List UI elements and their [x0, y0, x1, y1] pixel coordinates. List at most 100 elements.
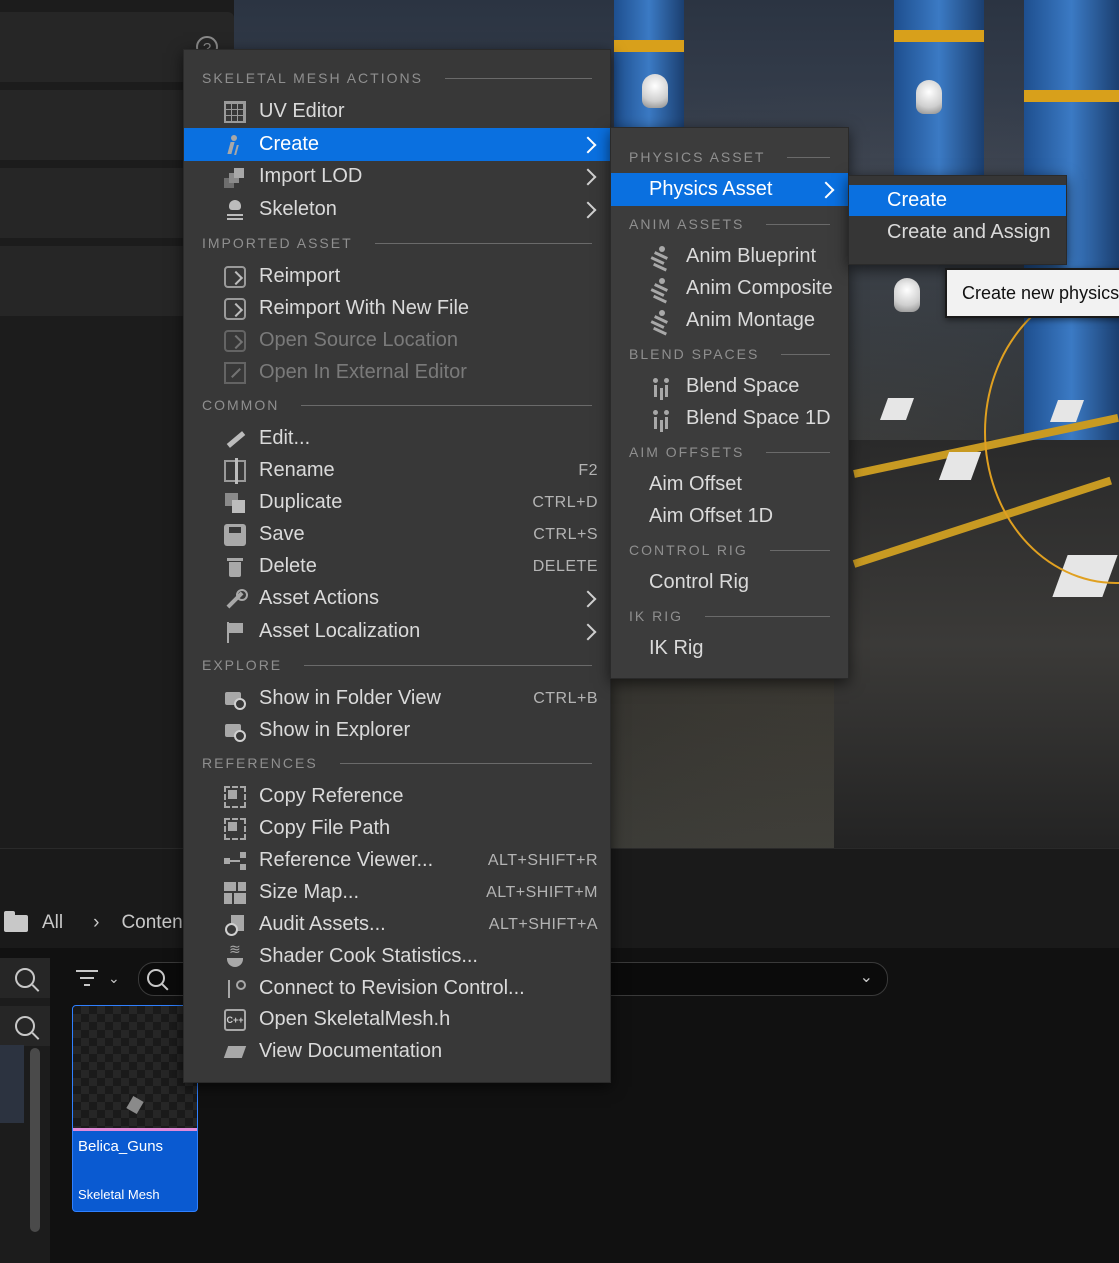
menu-item-shader-cook-statistics[interactable]: Shader Cook Statistics... — [184, 940, 610, 973]
search-button[interactable] — [0, 1006, 50, 1046]
menu-item-ik-rig[interactable]: IK Rig — [611, 632, 848, 665]
blend-space-1d-icon — [651, 408, 673, 430]
menu-item-show-in-folder-view[interactable]: Show in Folder View CTRL+B — [184, 682, 610, 715]
menu-item-aim-offset-1d[interactable]: Aim Offset 1D — [611, 500, 848, 533]
menu-item-create-and-assign[interactable]: Create and Assign — [849, 217, 1066, 248]
menu-item-reimport[interactable]: Reimport — [184, 260, 610, 293]
folder-open-icon — [224, 329, 246, 352]
shortcut-label: CTRL+D — [532, 493, 598, 511]
menu-item-skeleton[interactable]: Skeleton — [184, 193, 610, 226]
scene-light — [916, 80, 942, 114]
asset-tile[interactable]: Belica_Guns Skeletal Mesh — [72, 1005, 198, 1212]
menu-item-physics-asset[interactable]: Physics Asset — [611, 173, 848, 206]
anim-blueprint-icon — [651, 245, 673, 268]
menu-item-create[interactable]: Create — [184, 128, 610, 161]
copy-path-icon — [224, 817, 246, 840]
menu-item-import-lod[interactable]: Import LOD — [184, 160, 610, 193]
menu-item-blend-space-1d[interactable]: Blend Space 1D — [611, 402, 848, 435]
menu-item-open-external-editor: Open In External Editor — [184, 356, 610, 389]
menu-item-asset-localization[interactable]: Asset Localization — [184, 615, 610, 648]
physics-asset-submenu: Create Create and Assign — [848, 175, 1067, 265]
pencil-icon — [224, 428, 246, 450]
anim-composite-icon — [651, 277, 673, 300]
menu-item-connect-revision-control[interactable]: Connect to Revision Control... — [184, 972, 610, 1005]
menu-item-reference-viewer[interactable]: Reference Viewer... ALT+SHIFT+R — [184, 844, 610, 877]
scene-light — [894, 278, 920, 312]
menu-item-duplicate[interactable]: Duplicate CTRL+D — [184, 486, 610, 519]
reimport-icon — [224, 297, 246, 320]
folder-icon — [4, 910, 28, 932]
menu-item-save[interactable]: Save CTRL+S — [184, 518, 610, 551]
filter-icon — [76, 970, 98, 986]
folder-search-icon — [224, 688, 246, 710]
shortcut-label: DELETE — [532, 557, 598, 575]
scene-marker — [879, 398, 915, 420]
skeleton-icon — [224, 199, 246, 221]
menu-item-audit-assets[interactable]: Audit Assets... ALT+SHIFT+A — [184, 908, 610, 941]
external-link-icon — [224, 361, 246, 384]
cook-pot-icon — [224, 941, 246, 968]
uv-grid-icon — [224, 100, 246, 123]
search-icon — [15, 1016, 35, 1036]
menu-item-reimport-new-file[interactable]: Reimport With New File — [184, 292, 610, 325]
chevron-right-icon — [579, 623, 597, 640]
menu-item-show-in-explorer[interactable]: Show in Explorer — [184, 714, 610, 747]
menu-item-view-documentation[interactable]: View Documentation — [184, 1035, 610, 1068]
section-aim-offsets: AIM OFFSETS — [629, 442, 830, 462]
section-ik-rig: IK RIG — [629, 606, 830, 626]
breadcrumb-root[interactable]: All — [42, 912, 63, 934]
asset-context-menu: SKELETAL MESH ACTIONS UV Editor Create I… — [183, 49, 611, 1083]
chevron-right-icon — [579, 168, 597, 185]
blend-space-icon — [651, 376, 673, 398]
branch-icon — [224, 978, 246, 1000]
menu-item-delete[interactable]: Delete DELETE — [184, 550, 610, 583]
wrench-icon — [224, 588, 248, 610]
chevron-down-icon[interactable]: ⌄ — [860, 967, 873, 987]
search-button[interactable] — [0, 958, 50, 998]
menu-item-asset-actions[interactable]: Asset Actions — [184, 582, 610, 615]
section-anim-assets: ANIM ASSETS — [629, 214, 830, 234]
create-submenu: PHYSICS ASSET Physics Asset ANIM ASSETS … — [610, 127, 849, 679]
filter-button[interactable]: ⌄ — [70, 960, 120, 996]
scene-light — [642, 74, 668, 108]
book-icon — [224, 1041, 246, 1063]
shortcut-label: F2 — [578, 461, 598, 479]
section-imported-asset: IMPORTED ASSET — [202, 233, 592, 253]
scrollbar[interactable] — [30, 1048, 40, 1232]
menu-item-create-physics[interactable]: Create — [849, 185, 1066, 216]
chevron-right-icon — [817, 181, 835, 198]
menu-item-anim-composite[interactable]: Anim Composite — [611, 272, 848, 305]
menu-item-edit[interactable]: Edit... — [184, 422, 610, 455]
chevron-right-icon: › — [93, 912, 100, 933]
menu-item-rename[interactable]: Rename F2 — [184, 454, 610, 487]
selected-folder-row[interactable] — [0, 1045, 24, 1123]
save-icon — [224, 523, 246, 546]
breadcrumb: All › Content — [0, 906, 188, 940]
anim-montage-icon — [651, 309, 673, 332]
menu-item-size-map[interactable]: Size Map... ALT+SHIFT+M — [184, 876, 610, 909]
copy-reference-icon — [224, 785, 246, 808]
menu-item-uv-editor[interactable]: UV Editor — [184, 95, 610, 128]
menu-item-blend-space[interactable]: Blend Space — [611, 370, 848, 403]
menu-item-copy-reference[interactable]: Copy Reference — [184, 780, 610, 813]
chevron-right-icon — [579, 136, 597, 153]
asset-type-color-bar — [73, 1128, 197, 1131]
menu-item-anim-blueprint[interactable]: Anim Blueprint — [611, 240, 848, 273]
menu-item-copy-file-path[interactable]: Copy File Path — [184, 812, 610, 845]
menu-item-anim-montage[interactable]: Anim Montage — [611, 304, 848, 337]
reference-graph-icon — [224, 850, 246, 872]
section-skeletal-mesh-actions: SKELETAL MESH ACTIONS — [202, 68, 592, 88]
section-references: REFERENCES — [202, 753, 592, 773]
size-map-icon — [224, 881, 246, 904]
search-icon — [15, 968, 35, 988]
folder-search-icon — [224, 720, 246, 742]
reimport-icon — [224, 265, 246, 288]
section-control-rig: CONTROL RIG — [629, 540, 830, 560]
menu-item-open-source-location: Open Source Location — [184, 324, 610, 357]
menu-item-aim-offset[interactable]: Aim Offset — [611, 468, 848, 501]
breadcrumb-current[interactable]: Content — [121, 912, 188, 934]
duplicate-icon — [224, 492, 246, 514]
menu-item-open-header[interactable]: C++ Open SkeletalMesh.h — [184, 1003, 610, 1036]
menu-item-control-rig[interactable]: Control Rig — [611, 566, 848, 599]
create-figure-icon — [224, 134, 246, 156]
